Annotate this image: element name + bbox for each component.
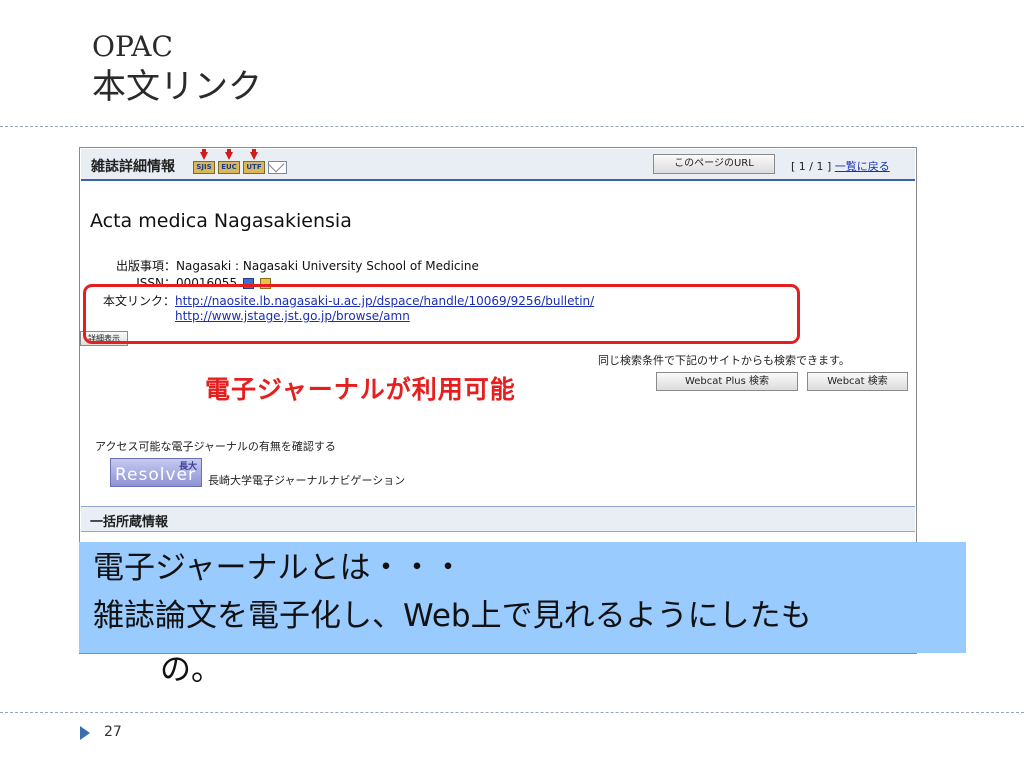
publication-label: 出版事項： xyxy=(115,259,176,273)
fulltext-highlight-box xyxy=(83,284,800,344)
webcat-search-button[interactable]: Webcat 検索 xyxy=(807,372,908,391)
holdings-header: 一括所蔵情報 xyxy=(81,506,915,532)
callout-line1: 電子ジャーナルとは・・・ xyxy=(93,550,464,586)
callout-line2: 雑誌論文を電子化し、Web上で見れるようにしたも xyxy=(93,598,812,634)
page-url-button[interactable]: このページのURL xyxy=(653,154,775,174)
pager: [ 1 / 1 ] 一覧に戻る xyxy=(791,158,890,174)
download-utf-icon[interactable]: UTF xyxy=(243,149,265,176)
pager-count: [ 1 / 1 ] xyxy=(791,160,832,173)
download-sjis-icon[interactable]: SJIS xyxy=(193,149,215,176)
resolver-logo[interactable]: 長大 Resolver xyxy=(110,458,202,487)
journal-detail-header: 雑誌詳細情報 SJIS EUC UTF このページのURL [ 1 / 1 ] … xyxy=(81,149,915,181)
back-to-list-link[interactable]: 一覧に戻る xyxy=(835,160,890,173)
callout-line3: の。 xyxy=(160,652,222,688)
publication-value: Nagasaki : Nagasaki University School of… xyxy=(176,259,479,273)
publication-row: 出版事項：Nagasaki : Nagasaki University Scho… xyxy=(80,257,479,274)
page-number: 27 xyxy=(104,724,122,740)
journal-detail-title: 雑誌詳細情報 xyxy=(91,159,175,175)
same-search-text: 同じ検索条件で下記のサイトからも検索できます。 xyxy=(598,354,850,367)
webcat-plus-search-button[interactable]: Webcat Plus 検索 xyxy=(656,372,798,391)
footer-triangle-icon xyxy=(80,726,90,740)
resolver-logo-text: Resolver xyxy=(115,465,196,485)
holdings-header-label: 一括所蔵情報 xyxy=(90,515,169,530)
slide-title-line2: 本文リンク xyxy=(92,67,262,107)
top-divider xyxy=(0,126,1024,127)
slide-title-line1: OPAC xyxy=(92,30,173,63)
mail-icon[interactable] xyxy=(268,161,287,174)
journal-title: Acta medica Nagasakiensia xyxy=(90,210,352,232)
ejournal-navigation-link[interactable]: 長崎大学電子ジャーナルナビゲーション xyxy=(208,472,405,488)
slide-title: OPAC 本文リンク xyxy=(92,30,262,110)
bottom-divider xyxy=(0,712,1024,713)
ejournal-available-annotation: 電子ジャーナルが利用可能 xyxy=(205,375,516,404)
access-check-text: アクセス可能な電子ジャーナルの有無を確認する xyxy=(95,440,336,453)
ejournal-callout: 電子ジャーナルとは・・・ 雑誌論文を電子化し、Web上で見れるようにしたも xyxy=(79,542,966,653)
download-euc-icon[interactable]: EUC xyxy=(218,149,240,176)
